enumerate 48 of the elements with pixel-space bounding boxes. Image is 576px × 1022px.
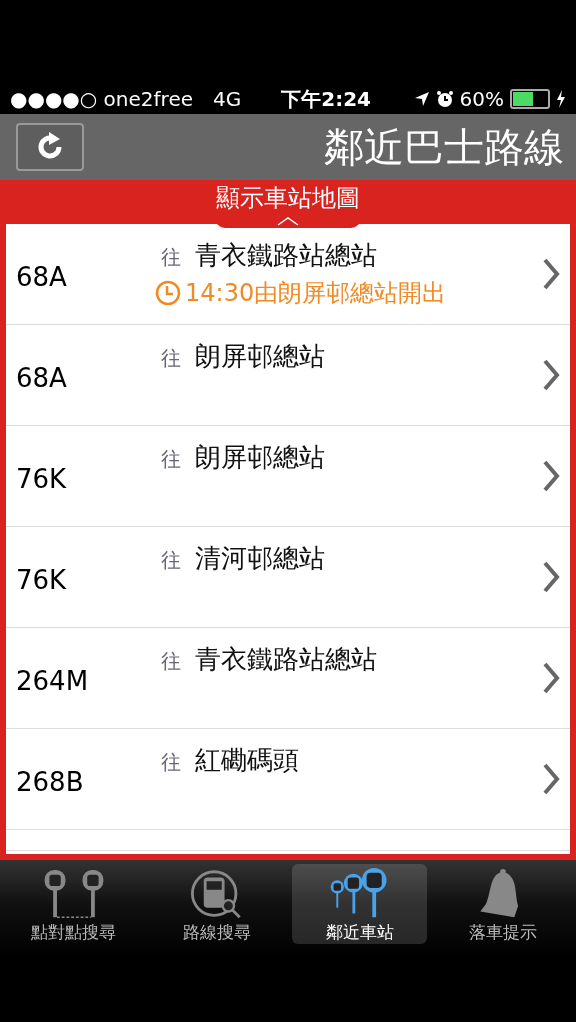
chevron-icon: [542, 560, 560, 594]
location-icon: [413, 91, 430, 107]
show-map-button[interactable]: 顯示車站地圖: [216, 180, 360, 214]
route-number: 268B: [16, 766, 85, 797]
tab[interactable]: 鄰近車站: [292, 864, 427, 944]
route-row[interactable]: 268B 往 紅磡碼頭: [6, 729, 570, 830]
destination: 朗屏邨總站: [195, 441, 325, 474]
charging-bolt-icon: [556, 90, 566, 108]
battery-percent: 60%: [459, 87, 504, 111]
clock-icon: [155, 280, 181, 306]
status-time: 下午2:24: [281, 85, 371, 113]
direction-label: 往: [161, 345, 181, 372]
route-number: 76K: [16, 463, 68, 494]
network-type: 4G: [213, 87, 242, 111]
carrier-name: ●●●●○ one2free: [10, 87, 193, 111]
chevron-icon: [542, 358, 560, 392]
caret-up-icon: [276, 216, 300, 226]
destination: 青衣鐵路站總站: [195, 643, 377, 676]
chevron-icon: [542, 762, 560, 796]
chevron-icon: [542, 661, 560, 695]
direction-label: 往: [161, 547, 181, 574]
tab[interactable]: 落車提示: [435, 864, 570, 944]
direction-label: 往: [161, 446, 181, 473]
route-row[interactable]: 68A 往 青衣鐵路站總站 14:30由朗屏邨總站開出: [6, 224, 570, 325]
destination: 紅磡碼頭: [195, 744, 299, 777]
direction-label: 往: [161, 244, 181, 271]
alarm-clock-icon: [435, 90, 454, 108]
refresh-button[interactable]: [16, 123, 84, 171]
direction-label: 往: [161, 648, 181, 675]
destination: 清河邨總站: [195, 542, 325, 575]
route-row[interactable]: 68A 往 朗屏邨總站: [6, 325, 570, 426]
route-number: 264M: [16, 665, 90, 696]
chevron-icon: [542, 459, 560, 493]
battery-icon: [510, 89, 550, 109]
route-row[interactable]: 264M 往 青衣鐵路站總站: [6, 628, 570, 729]
direction-label: 往: [161, 749, 181, 776]
destination: 朗屏邨總站: [195, 340, 325, 373]
departure-note: 14:30由朗屏邨總站開出: [185, 278, 447, 309]
tab[interactable]: 點對點搜尋: [6, 864, 141, 944]
tab[interactable]: 路線搜尋: [149, 864, 284, 944]
destination: 青衣鐵路站總站: [195, 239, 377, 272]
route-number: 68A: [16, 261, 68, 292]
route-row[interactable]: 76K 往 清河邨總站: [6, 527, 570, 628]
chevron-icon: [542, 257, 560, 291]
route-row[interactable]: 76K 往 朗屏邨總站: [6, 426, 570, 527]
route-number: 76K: [16, 564, 68, 595]
route-number: 68A: [16, 362, 68, 393]
screen-title: 鄰近巴士路線: [324, 122, 564, 172]
